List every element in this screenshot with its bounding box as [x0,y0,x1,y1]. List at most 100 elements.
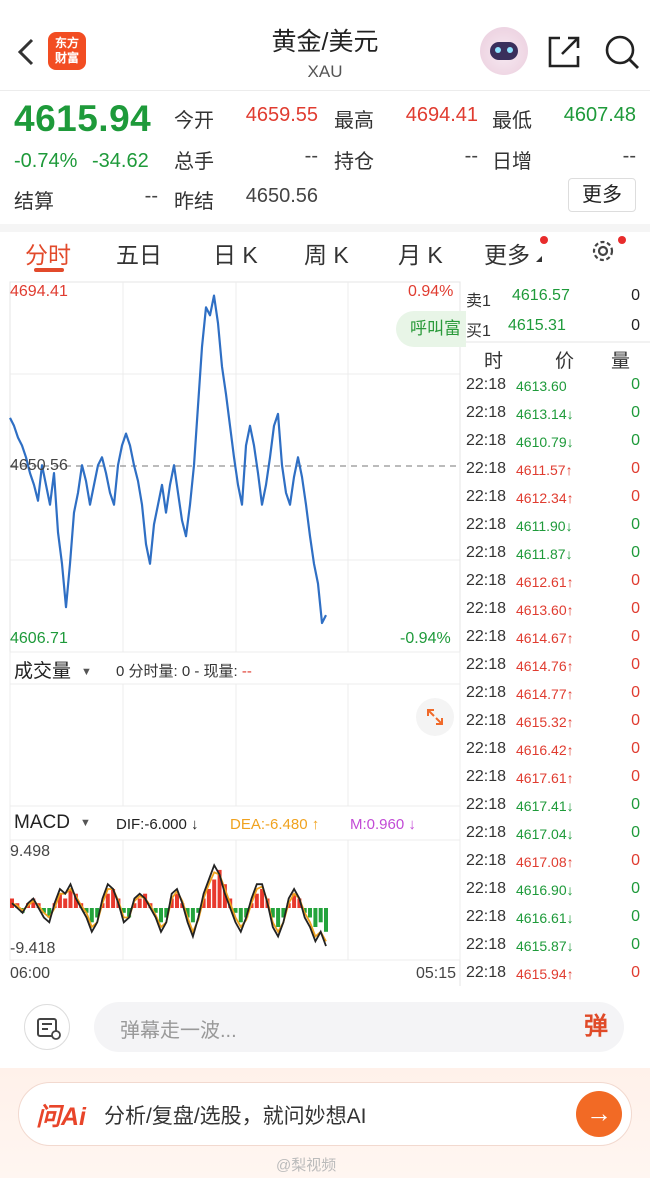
trade-price: 4611.87↓ [516,546,573,562]
expand-icon [427,709,443,725]
trade-qty: 0 [631,712,640,729]
trade-price: 4611.90↓ [516,518,573,534]
trade-qty: 0 [631,488,640,505]
y-axis-mid-label: 4650.56 [10,457,68,474]
danmu-settings-button[interactable] [24,1004,70,1050]
volume-current-value: -- [241,663,252,680]
trade-row: 22:18 4616.42↑ 0 [466,736,646,764]
ai-logo: 问Ai [36,1103,87,1131]
macd-min-label: -9.418 [10,940,56,957]
macd-bar [89,908,94,923]
trade-row: 22:18 4615.94↑ 0 [466,960,646,988]
trade-time: 22:18 [466,796,507,813]
caret-down-icon: ▼ [81,665,92,678]
macd-dif-value: DIF:-6.000 ↓ [116,816,199,833]
macd-bar [63,898,68,908]
danmu-send-button[interactable]: 弹 [570,1004,622,1050]
expand-chart-button[interactable] [416,698,454,736]
trade-time: 22:18 [466,488,507,505]
call-fortune-button[interactable]: 呼叫富 [396,311,466,347]
trade-row: 22:18 4617.04↓ 0 [466,820,646,848]
trade-qty: 0 [631,768,640,785]
trade-time: 22:18 [466,544,507,561]
macd-max-label: 9.498 [10,843,51,860]
trade-qty: 0 [631,628,640,645]
trade-time: 22:18 [466,936,507,953]
volume-indicator-select[interactable]: 成交量 ▼ [14,656,92,684]
trade-price: 4614.76↑ [516,658,574,674]
trade-row: 22:18 4610.79↓ 0 [466,428,646,456]
trade-row: 22:18 4612.34↑ 0 [466,484,646,512]
trade-time: 22:18 [466,880,507,897]
trade-time: 22:18 [466,740,507,757]
macd-bar [324,908,328,932]
trade-qty: 0 [631,852,640,869]
trade-row: 22:18 4616.61↓ 0 [466,904,646,932]
trade-price: 4615.94↑ [516,966,574,982]
app-root: 东方 财富 黄金/美元 XAU 4615.94 -0.74% -34.62 今开… [0,0,650,1178]
trade-row: 22:18 4612.61↑ 0 [466,568,646,596]
ai-prompt-text: 分析/复盘/选股，就问妙想AI [104,1105,367,1128]
trade-qty: 0 [631,880,640,897]
macd-m-value: M:0.960 ↓ [350,816,416,833]
trade-price: 4610.79↓ [516,434,574,450]
time-end-label: 05:15 [416,965,457,982]
ask-label: 卖1 [466,293,491,310]
trade-price: 4613.60↑ [516,602,574,618]
trade-qty: 0 [631,824,640,841]
trade-price: 4613.60 [516,378,567,394]
macd-bar [308,908,312,918]
trade-price: 4617.41↓ [516,798,574,814]
trades-header-qty: 量 [611,351,631,372]
trade-price: 4616.90↓ [516,882,574,898]
bid-price: 4615.31 [508,317,566,334]
trade-row: 22:18 4615.87↓ 0 [466,932,646,960]
bid-qty: 0 [631,317,640,334]
trade-row: 22:18 4616.90↓ 0 [466,876,646,904]
trade-time: 22:18 [466,768,507,785]
trade-time: 22:18 [466,852,507,869]
trade-row: 22:18 4615.32↑ 0 [466,708,646,736]
trade-qty: 0 [631,432,640,449]
trade-time: 22:18 [466,908,507,925]
ask-qty: 0 [631,287,640,304]
trade-qty: 0 [631,908,640,925]
macd-indicator-select[interactable]: MACD ▼ [14,812,91,840]
macd-bar [137,898,142,908]
macd-bar [318,908,323,923]
trade-time: 22:18 [466,572,507,589]
danmu-placeholder: 弹幕走一波... [120,1020,237,1042]
trade-row: 22:18 4614.76↑ 0 [466,652,646,680]
volume-indicator-label: 成交量 [14,661,72,682]
trade-qty: 0 [631,404,640,421]
ask-price: 4616.57 [512,287,570,304]
macd-bar [175,893,179,908]
trade-row: 22:18 4613.14↓ 0 [466,400,646,428]
macd-bar [254,893,259,908]
trade-row: 22:18 4613.60 0 [466,372,646,400]
trade-time: 22:18 [466,460,507,477]
ai-go-button[interactable]: → [576,1091,622,1137]
trade-time: 22:18 [466,824,507,841]
trade-time: 22:18 [466,376,507,393]
macd-dea-value: DEA:-6.480 ↑ [230,816,320,833]
trade-time: 22:18 [466,404,507,421]
trade-qty: 0 [631,740,640,757]
pct-up-label: 0.94% [408,283,454,300]
trade-price: 4612.61↑ [516,574,574,590]
trade-time: 22:18 [466,684,507,701]
trade-price: 4611.57↑ [516,462,573,478]
macd-bar [276,908,281,927]
macd-bar [212,879,217,908]
trade-time: 22:18 [466,656,507,673]
caret-down-icon: ▼ [79,816,91,829]
pct-down-label: -0.94% [400,630,451,647]
trade-row: 22:18 4617.61↑ 0 [466,764,646,792]
trade-time: 22:18 [466,964,507,981]
y-axis-low-label: 4606.71 [10,630,68,647]
trade-price: 4617.08↑ [516,854,574,870]
bid-label: 买1 [466,323,491,340]
trade-qty: 0 [631,796,640,813]
watermark: @梨视频 [276,1157,337,1174]
macd-bar [190,908,195,923]
